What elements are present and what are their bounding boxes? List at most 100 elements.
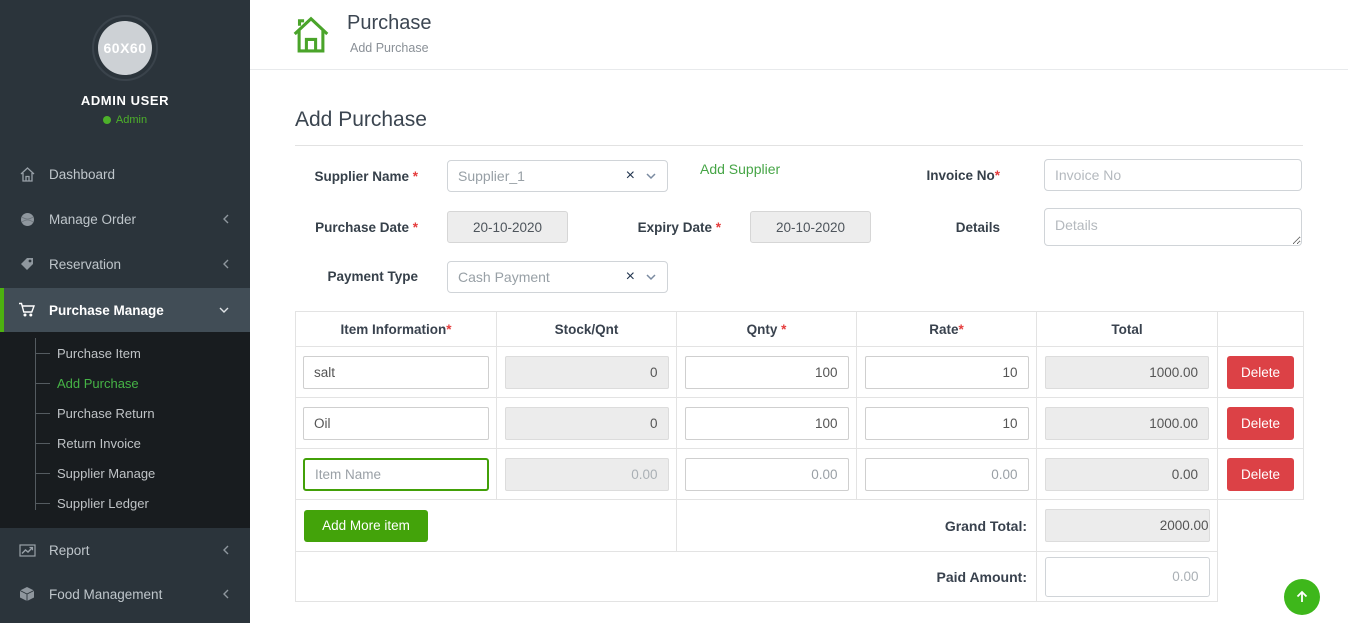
submenu-item-purchase-item[interactable]: Purchase Item	[0, 338, 250, 368]
purchase-date-label: Purchase Date *	[268, 220, 418, 235]
payment-select-value: Cash Payment	[458, 269, 550, 285]
submenu-item-supplier-manage[interactable]: Supplier Manage	[0, 458, 250, 488]
sidebar-item-label: Dashboard	[49, 167, 115, 182]
delete-row-button[interactable]: Delete	[1227, 356, 1294, 389]
stock-input	[505, 407, 669, 440]
top-bar: Purchase Add Purchase	[250, 0, 1348, 70]
supplier-name-label: Supplier Name *	[268, 169, 418, 184]
page-title: Purchase	[347, 12, 432, 35]
details-label: Details	[850, 220, 1000, 235]
user-name: ADMIN USER	[0, 93, 250, 108]
paid-amount-input[interactable]	[1045, 557, 1210, 597]
sidebar: 60X60 ADMIN USER Admin Dashboard Manage …	[0, 0, 250, 623]
submenu-item-label: Return Invoice	[57, 436, 141, 451]
supplier-select-value: Supplier_1	[458, 168, 525, 184]
cube-icon	[18, 586, 36, 602]
supplier-select[interactable]: Supplier_1 ×	[447, 160, 668, 192]
breadcrumb: Add Purchase	[350, 41, 429, 55]
submenu-item-label: Supplier Manage	[57, 466, 155, 481]
delete-row-button[interactable]: Delete	[1227, 407, 1294, 440]
chart-icon	[18, 543, 36, 558]
new-item-name-input[interactable]	[303, 458, 489, 491]
sidebar-item-label: Purchase Manage	[49, 303, 164, 318]
col-rate: Rate*	[857, 312, 1037, 347]
sidebar-item-label: Report	[49, 543, 90, 558]
total-input	[1045, 356, 1209, 389]
col-item-information: Item Information*	[296, 312, 497, 347]
total-input	[1045, 407, 1209, 440]
sidebar-item-report[interactable]: Report	[0, 528, 250, 572]
submenu-item-purchase-return[interactable]: Purchase Return	[0, 398, 250, 428]
sidebar-item-purchase-manage[interactable]: Purchase Manage	[0, 288, 250, 332]
submenu-item-label: Purchase Item	[57, 346, 141, 361]
sidebar-item-food-management[interactable]: Food Management	[0, 572, 250, 616]
purchase-date-input[interactable]	[447, 211, 568, 243]
section-heading: Add Purchase	[295, 108, 1303, 146]
order-icon	[18, 212, 36, 227]
expiry-date-label: Expiry Date *	[571, 220, 721, 235]
submenu-item-label: Add Purchase	[57, 376, 139, 391]
add-more-item-button[interactable]: Add More item	[304, 510, 428, 542]
cart-icon	[18, 302, 36, 318]
purchase-items-table: Item Information* Stock/Qnt Qnty * Rate*…	[295, 311, 1304, 602]
submenu-item-add-purchase[interactable]: Add Purchase	[0, 368, 250, 398]
clear-selection-icon[interactable]: ×	[626, 269, 635, 285]
table-row: Delete	[296, 347, 1304, 398]
rate-input[interactable]	[865, 356, 1029, 389]
rate-input[interactable]	[865, 407, 1029, 440]
grand-total-row: Add More item Grand Total:	[296, 500, 1304, 552]
user-role-label: Admin	[116, 114, 147, 126]
table-header-row: Item Information* Stock/Qnt Qnty * Rate*…	[296, 312, 1304, 347]
invoice-no-input[interactable]	[1044, 159, 1302, 191]
paid-amount-label: Paid Amount:	[296, 552, 1037, 602]
sidebar-item-label: Food Management	[49, 587, 162, 602]
online-status-dot	[103, 116, 111, 124]
paid-amount-row: Paid Amount:	[296, 552, 1304, 602]
invoice-no-label: Invoice No*	[850, 168, 1000, 183]
payment-type-label: Payment Type	[268, 269, 418, 284]
purchase-manage-submenu: Purchase Item Add Purchase Purchase Retu…	[0, 332, 250, 528]
clear-selection-icon[interactable]: ×	[626, 168, 635, 184]
item-name-input[interactable]	[303, 356, 489, 389]
submenu-item-return-invoice[interactable]: Return Invoice	[0, 428, 250, 458]
col-actions	[1218, 312, 1304, 347]
stock-input	[505, 458, 669, 491]
tag-icon	[18, 256, 36, 272]
details-textarea[interactable]	[1044, 208, 1302, 246]
sidebar-item-label: Reservation	[49, 257, 121, 272]
grand-total-value	[1045, 509, 1210, 542]
chevron-down-icon	[645, 172, 657, 180]
add-supplier-link[interactable]: Add Supplier	[700, 161, 780, 177]
submenu-item-supplier-ledger[interactable]: Supplier Ledger	[0, 488, 250, 518]
arrow-up-icon	[1294, 589, 1310, 605]
col-stock: Stock/Qnt	[497, 312, 677, 347]
col-total: Total	[1037, 312, 1218, 347]
submenu-item-label: Supplier Ledger	[57, 496, 149, 511]
sidebar-item-manage-order[interactable]: Manage Order	[0, 197, 250, 241]
stock-input	[505, 356, 669, 389]
scroll-to-top-button[interactable]	[1284, 579, 1320, 615]
user-role-badge: Admin	[0, 114, 250, 126]
chevron-left-icon	[222, 588, 230, 600]
qnty-input[interactable]	[685, 407, 849, 440]
rate-input[interactable]	[865, 458, 1029, 491]
payment-type-select[interactable]: Cash Payment ×	[447, 261, 668, 293]
sidebar-item-reservation[interactable]: Reservation	[0, 242, 250, 286]
delete-row-button[interactable]: Delete	[1227, 458, 1294, 491]
table-row-new: Delete	[296, 449, 1304, 500]
sidebar-item-label: Manage Order	[49, 212, 136, 227]
col-qnty: Qnty *	[677, 312, 857, 347]
avatar: 60X60	[92, 15, 158, 81]
table-row: Delete	[296, 398, 1304, 449]
avatar-placeholder: 60X60	[98, 21, 152, 75]
item-name-input[interactable]	[303, 407, 489, 440]
total-input	[1045, 458, 1209, 491]
chevron-left-icon	[222, 213, 230, 225]
qnty-input[interactable]	[685, 458, 849, 491]
home-icon	[18, 166, 36, 183]
chevron-down-icon	[645, 273, 657, 281]
chevron-left-icon	[222, 544, 230, 556]
qnty-input[interactable]	[685, 356, 849, 389]
purchase-home-icon	[288, 12, 334, 63]
sidebar-item-dashboard[interactable]: Dashboard	[0, 152, 250, 196]
